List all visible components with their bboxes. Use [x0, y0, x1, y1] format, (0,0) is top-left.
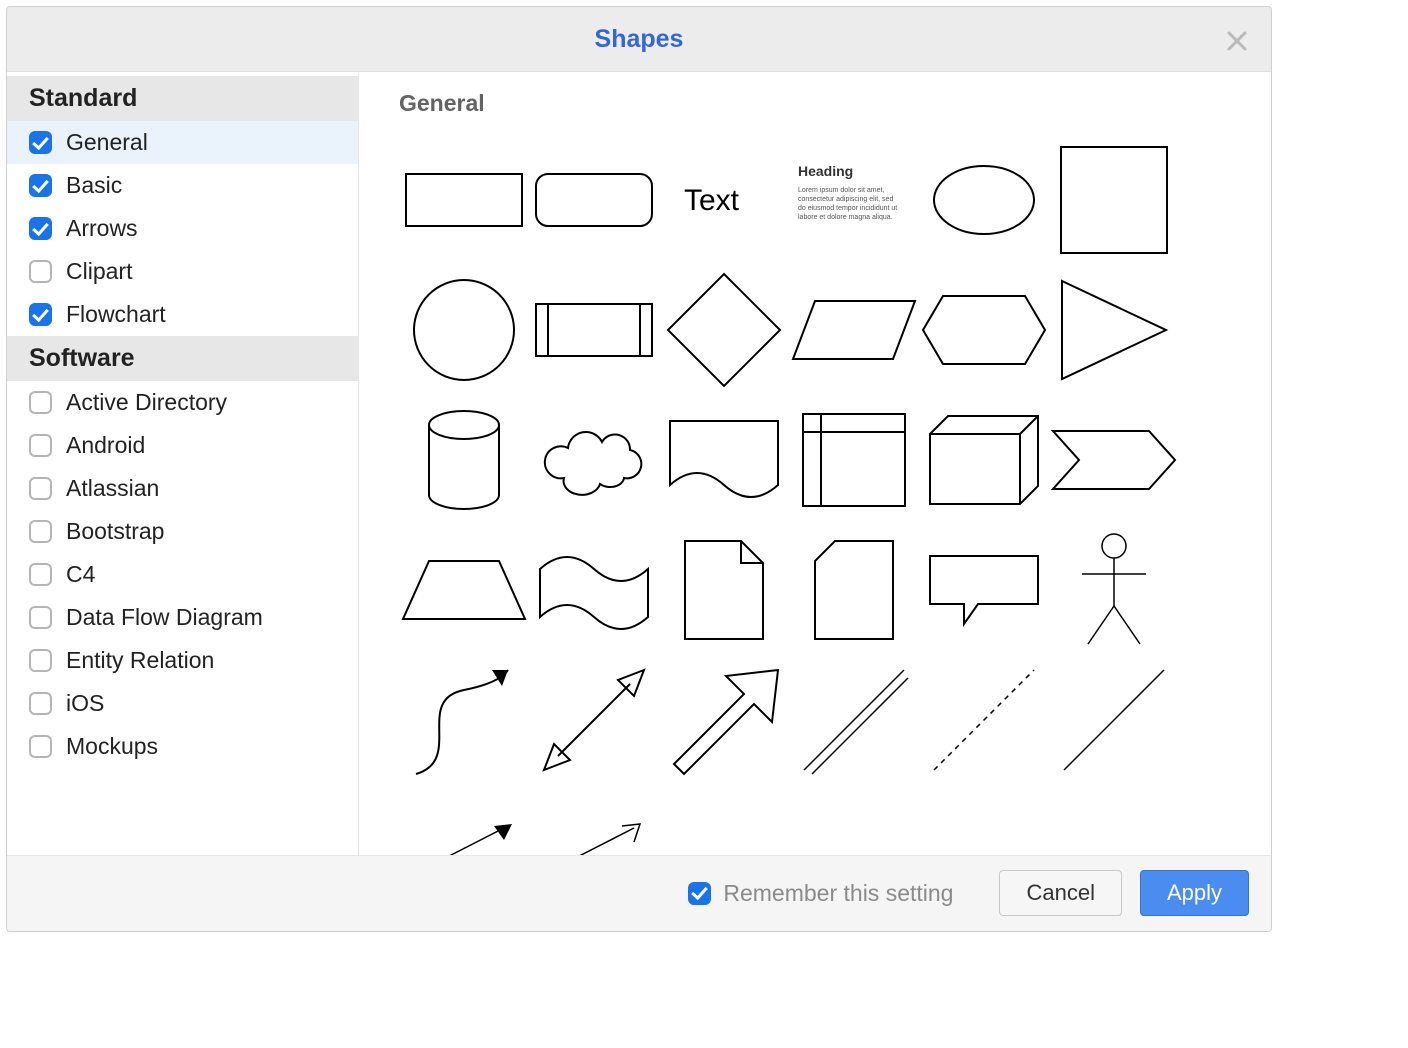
svg-text:labore et dolore magna aliqua.: labore et dolore magna aliqua. — [798, 214, 893, 221]
category-label: Android — [66, 432, 145, 459]
shapes-dialog: Shapes Standard General Basic Arrows Clipart… — [6, 6, 1272, 932]
shape-ellipse[interactable] — [919, 135, 1049, 265]
shape-rounded-rectangle[interactable] — [529, 135, 659, 265]
category-label: Basic — [66, 172, 122, 199]
category-label: Atlassian — [66, 475, 159, 502]
shape-triangle[interactable] — [1049, 265, 1179, 395]
shape-trapezoid[interactable] — [399, 525, 529, 655]
category-label: Clipart — [66, 258, 132, 285]
shape-circle[interactable] — [399, 265, 529, 395]
svg-text:Lorem ipsum dolor sit amet,: Lorem ipsum dolor sit amet, — [798, 187, 884, 194]
category-item[interactable]: Basic — [7, 164, 358, 207]
category-label: C4 — [66, 561, 95, 588]
shape-hexagon[interactable] — [919, 265, 1049, 395]
category-label: Bootstrap — [66, 518, 164, 545]
category-label: Active Directory — [66, 389, 227, 416]
category-checkbox[interactable] — [29, 260, 52, 283]
shape-cube[interactable] — [919, 395, 1049, 525]
category-label: Mockups — [66, 733, 158, 760]
category-checkbox[interactable] — [29, 649, 52, 672]
shape-card[interactable] — [789, 525, 919, 655]
shape-text-block[interactable]: Heading Lorem ipsum dolor sit amet, cons… — [789, 135, 919, 265]
dialog-body: Standard General Basic Arrows Clipart Flowcha… — [7, 72, 1271, 855]
category-item[interactable]: Entity Relation — [7, 639, 358, 682]
category-checkbox[interactable] — [29, 735, 52, 758]
category-item[interactable]: Mockups — [7, 725, 358, 768]
svg-text:Text: Text — [684, 184, 740, 217]
shape-text[interactable]: Text — [659, 135, 789, 265]
remember-setting[interactable]: Remember this setting — [688, 880, 953, 907]
category-item[interactable]: Clipart — [7, 250, 358, 293]
category-checkbox[interactable] — [29, 477, 52, 500]
category-checkbox[interactable] — [29, 563, 52, 586]
dialog-header: Shapes — [7, 7, 1271, 72]
preview-title: General — [399, 90, 1245, 117]
shape-step[interactable] — [1049, 395, 1179, 525]
shape-internal-storage[interactable] — [789, 395, 919, 525]
category-checkbox[interactable] — [29, 606, 52, 629]
shape-curve-arrow[interactable] — [399, 655, 529, 785]
remember-checkbox[interactable] — [688, 882, 711, 905]
category-checkbox[interactable] — [29, 174, 52, 197]
category-checkbox[interactable] — [29, 217, 52, 240]
shape-rectangle[interactable] — [399, 135, 529, 265]
shape-process-frame[interactable] — [529, 265, 659, 395]
shape-note[interactable] — [659, 525, 789, 655]
close-icon[interactable] — [1217, 21, 1257, 61]
shape-cylinder[interactable] — [399, 395, 529, 525]
category-item[interactable]: Bootstrap — [7, 510, 358, 553]
category-checkbox[interactable] — [29, 692, 52, 715]
shape-actor[interactable] — [1049, 525, 1179, 655]
category-item[interactable]: Arrows — [7, 207, 358, 250]
shape-link[interactable] — [789, 655, 919, 785]
category-item[interactable]: Data Flow Diagram — [7, 596, 358, 639]
shape-directional-connector[interactable] — [399, 785, 529, 855]
apply-button[interactable]: Apply — [1140, 870, 1249, 916]
category-checkbox[interactable] — [29, 434, 52, 457]
shape-thin-arrow[interactable] — [529, 785, 659, 855]
shape-square[interactable] — [1049, 135, 1179, 265]
shape-dashed-line[interactable] — [919, 655, 1049, 785]
category-label: iOS — [66, 690, 104, 717]
category-label: General — [66, 129, 148, 156]
shape-arrow[interactable] — [659, 655, 789, 785]
shape-document[interactable] — [659, 395, 789, 525]
shape-line[interactable] — [1049, 655, 1179, 785]
shape-callout[interactable] — [919, 525, 1049, 655]
category-group-header: Standard — [7, 76, 358, 121]
category-item[interactable]: Atlassian — [7, 467, 358, 510]
shape-parallelogram[interactable] — [789, 265, 919, 395]
svg-text:do eiusmod tempor incididunt u: do eiusmod tempor incididunt ut — [798, 205, 897, 212]
shape-tape[interactable] — [529, 525, 659, 655]
category-label: Data Flow Diagram — [66, 604, 263, 631]
category-item[interactable]: General — [7, 121, 358, 164]
category-item[interactable]: C4 — [7, 553, 358, 596]
category-label: Flowchart — [66, 301, 166, 328]
shape-preview-panel[interactable]: General Text Heading Lorem ipsum dolor s… — [359, 72, 1271, 855]
category-checkbox[interactable] — [29, 520, 52, 543]
shape-diamond[interactable] — [659, 265, 789, 395]
category-item[interactable]: iOS — [7, 682, 358, 725]
shape-cloud[interactable] — [529, 395, 659, 525]
category-item[interactable]: Flowchart — [7, 293, 358, 336]
shape-grid: Text Heading Lorem ipsum dolor sit amet,… — [399, 135, 1245, 855]
svg-text:Heading: Heading — [798, 163, 853, 179]
dialog-title: Shapes — [595, 25, 684, 54]
category-group-header: Software — [7, 336, 358, 381]
category-sidebar[interactable]: Standard General Basic Arrows Clipart Flowcha… — [7, 72, 359, 855]
category-checkbox[interactable] — [29, 391, 52, 414]
category-checkbox[interactable] — [29, 303, 52, 326]
cancel-button[interactable]: Cancel — [999, 870, 1121, 916]
category-label: Arrows — [66, 215, 138, 242]
svg-text:consectetur adipiscing elit, s: consectetur adipiscing elit, sed — [798, 196, 893, 203]
category-label: Entity Relation — [66, 647, 214, 674]
category-item[interactable]: Active Directory — [7, 381, 358, 424]
remember-label: Remember this setting — [723, 880, 953, 907]
category-item[interactable]: Android — [7, 424, 358, 467]
dialog-footer: Remember this setting Cancel Apply — [7, 855, 1271, 931]
category-checkbox[interactable] — [29, 131, 52, 154]
shape-bi-arrow[interactable] — [529, 655, 659, 785]
